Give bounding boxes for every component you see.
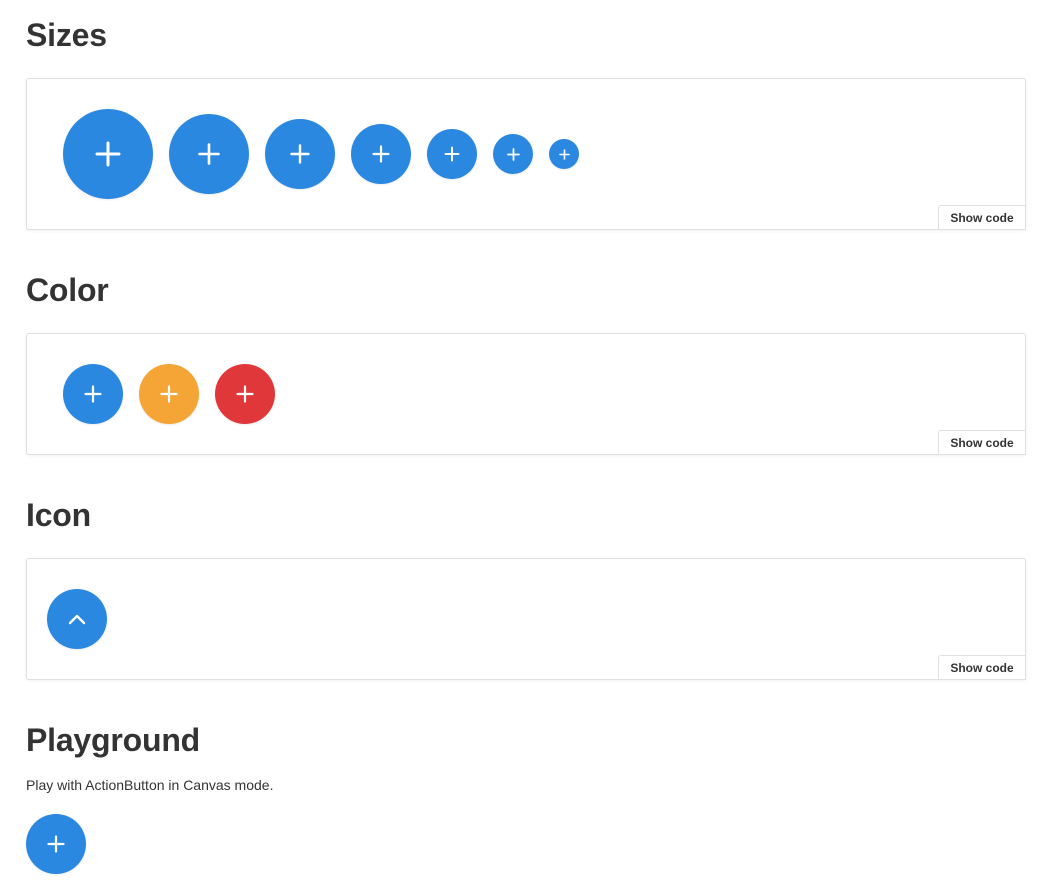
chevron-up-icon xyxy=(68,614,86,625)
plus-icon xyxy=(84,385,102,403)
color-preview-panel: Show code xyxy=(26,333,1026,455)
show-code-button-color[interactable]: Show code xyxy=(938,430,1026,455)
show-code-button-sizes[interactable]: Show code xyxy=(938,205,1026,230)
action-button-size-4[interactable] xyxy=(351,124,411,184)
plus-icon xyxy=(558,148,570,160)
playground-description: Play with ActionButton in Canvas mode. xyxy=(26,777,274,793)
section-title-icon: Icon xyxy=(26,497,91,533)
action-button-icon[interactable] xyxy=(47,589,107,649)
plus-icon xyxy=(95,141,121,167)
action-button-size-6[interactable] xyxy=(493,134,533,174)
action-button-size-2[interactable] xyxy=(169,114,249,194)
action-button-size-1[interactable] xyxy=(63,109,153,199)
plus-icon xyxy=(290,144,310,164)
section-title-color: Color xyxy=(26,272,109,308)
show-code-button-icon[interactable]: Show code xyxy=(938,655,1026,680)
sizes-preview-panel: Show code xyxy=(26,78,1026,230)
action-button-color-3[interactable] xyxy=(215,364,275,424)
plus-icon xyxy=(47,835,65,853)
action-button-size-5[interactable] xyxy=(427,129,477,179)
action-button-size-3[interactable] xyxy=(265,119,335,189)
action-button-size-7[interactable] xyxy=(549,139,579,169)
action-button-playground[interactable] xyxy=(26,814,86,874)
section-title-sizes: Sizes xyxy=(26,17,107,53)
plus-icon xyxy=(444,146,460,162)
plus-icon xyxy=(160,385,178,403)
action-button-color-2[interactable] xyxy=(139,364,199,424)
action-button-color-1[interactable] xyxy=(63,364,123,424)
plus-icon xyxy=(198,143,220,165)
section-title-playground: Playground xyxy=(26,722,201,758)
plus-icon xyxy=(236,385,254,403)
plus-icon xyxy=(372,145,390,163)
icon-preview-panel: Show code xyxy=(26,558,1026,680)
plus-icon xyxy=(506,147,520,161)
